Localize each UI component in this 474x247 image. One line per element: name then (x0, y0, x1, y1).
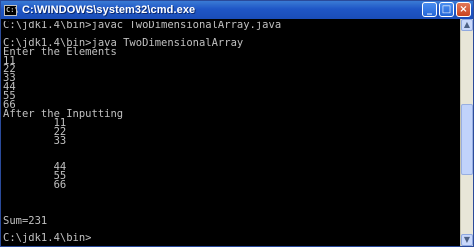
maximize-button[interactable]: □ (439, 2, 454, 17)
window-title: C:\WINDOWS\system32\cmd.exe (22, 4, 196, 16)
console-line: 44 (3, 161, 67, 174)
scroll-up-button[interactable]: ▲ (461, 19, 473, 31)
cmd-window: C:\ C:\WINDOWS\system32\cmd.exe _ □ × C:… (0, 0, 474, 247)
close-button[interactable]: × (456, 2, 471, 17)
console-line: After the Inputting (3, 107, 124, 120)
console-line: 66 (3, 179, 67, 192)
console-line: 33 (3, 134, 67, 147)
console-line: C:\jdk1.4\bin> (3, 232, 92, 245)
scroll-thumb[interactable] (461, 104, 473, 175)
console-line: 11 (3, 116, 67, 129)
console-line: 33 (3, 72, 16, 85)
console-line: 55 (3, 90, 16, 103)
console-line: 22 (3, 125, 67, 138)
console-line: Enter the Elements (3, 45, 117, 58)
cmd-app-icon[interactable]: C:\ (4, 4, 19, 16)
console-line: 11 (3, 54, 16, 67)
scroll-down-button[interactable]: ▼ (461, 234, 473, 246)
console-output[interactable]: C:\jdk1.4\bin>javac TwoDimensionalArray.… (3, 21, 461, 246)
minimize-button[interactable]: _ (422, 2, 437, 17)
console-line: Sum=231 (3, 214, 48, 227)
vertical-scrollbar[interactable]: ▲ ▼ (460, 19, 473, 246)
console-line: 22 (3, 63, 16, 76)
window-controls: _ □ × (422, 2, 471, 17)
title-bar[interactable]: C:\ C:\WINDOWS\system32\cmd.exe _ □ × (1, 1, 473, 19)
console-line: C:\jdk1.4\bin>javac TwoDimensionalArray.… (3, 21, 282, 31)
console-line: 44 (3, 81, 16, 94)
console-line: 55 (3, 170, 67, 183)
